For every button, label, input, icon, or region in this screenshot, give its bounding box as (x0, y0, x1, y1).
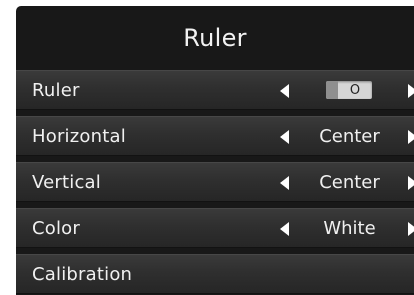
triangle-left-icon[interactable] (280, 222, 289, 236)
triangle-right-icon[interactable] (408, 222, 414, 236)
toggle-knob (326, 81, 338, 99)
menu-row-label: Horizontal (32, 125, 126, 147)
horizontal-value: Center (319, 125, 380, 147)
menu-row-ruler[interactable]: Ruler O (16, 70, 414, 110)
menu-row-label: Color (32, 217, 80, 239)
color-value: White (323, 217, 376, 239)
menu-row-label: Ruler (32, 79, 80, 101)
triangle-left-icon[interactable] (280, 176, 289, 190)
ruler-toggle[interactable]: O (326, 81, 372, 99)
triangle-left-icon[interactable] (280, 84, 289, 98)
menu-row-vertical[interactable]: Vertical Center (16, 162, 414, 202)
triangle-right-icon[interactable] (408, 130, 414, 144)
menu-row-horizontal[interactable]: Horizontal Center (16, 116, 414, 156)
menu-row-label: Vertical (32, 171, 101, 193)
menu-row-label: Calibration (32, 263, 133, 285)
osd-menu: Ruler Ruler O Horizontal Center Vertical… (16, 6, 414, 295)
triangle-right-icon[interactable] (408, 176, 414, 190)
vertical-value: Center (319, 171, 380, 193)
menu-row-calibration[interactable]: Calibration (16, 254, 414, 294)
toggle-value: O (349, 82, 361, 98)
triangle-left-icon[interactable] (280, 130, 289, 144)
menu-title: Ruler (183, 24, 247, 52)
triangle-right-icon[interactable] (408, 84, 414, 98)
menu-row-color[interactable]: Color White (16, 208, 414, 248)
